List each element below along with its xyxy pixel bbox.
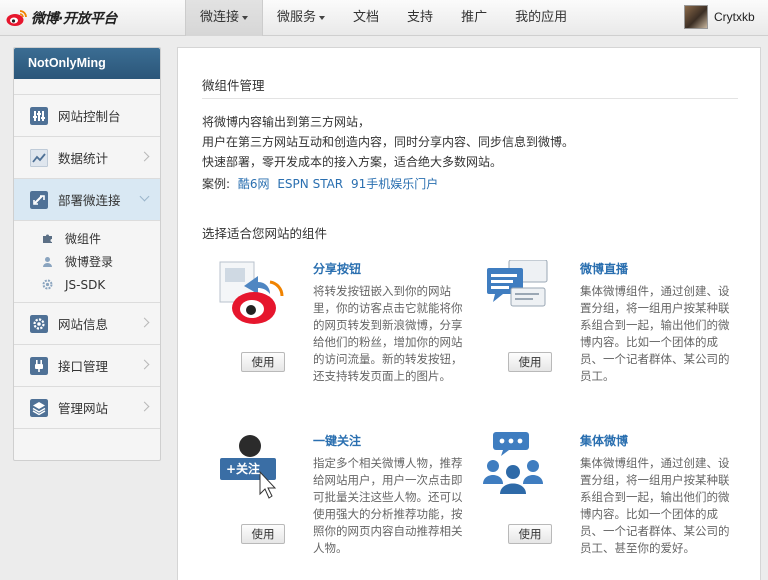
chevron-right-icon [139,317,150,328]
sidebar-subitem-jssdk[interactable]: JS-SDK [14,273,160,296]
chart-icon [30,148,48,167]
group-people-icon [483,432,543,494]
cases-label: 案例: [202,177,231,191]
cog-icon [42,279,53,290]
sidebar-item-label: 数据统计 [58,151,109,166]
puzzle-icon [43,234,52,243]
weibo-logo[interactable]: 微博·开放平台 [6,6,117,30]
nav-my-apps[interactable]: 我的应用 [501,0,581,36]
use-button[interactable]: 使用 [508,352,552,372]
widget-group: 使用 集体微博 集体微博组件，通过创建、设置分组，将一组用户按某种联系组合到一起… [481,432,751,580]
sidebar-item-console[interactable]: 网站控制台 [14,95,160,137]
page-title: 微组件管理 [202,78,265,93]
sidebar-subitem-label: 微组件 [65,232,102,246]
intro-text: 将微博内容输出到第三方网站， 用户在第三方网站互动和创造内容，同时分享内容、同步… [202,112,574,172]
sidebar-item-label: 网站信息 [58,317,109,332]
chevron-right-icon [139,151,150,162]
sidebar-item-site-info[interactable]: 网站信息 [14,303,160,345]
weibo-eye-icon [6,10,27,26]
nav-label: 推广 [461,10,488,25]
use-button[interactable]: 使用 [508,524,552,544]
widget-description: 集体微博组件，通过创建、设置分组，将一组用户按某种联系组合到一起，输出他们的微博… [580,284,730,383]
gear-icon [30,314,48,333]
link-icon [30,190,48,209]
nav-label: 微服务 [277,10,317,25]
sidebar-item-stats[interactable]: 数据统计 [14,137,160,179]
sidebar-submenu: 微组件 微博登录 JS-SDK [14,221,160,303]
sidebar-item-api[interactable]: 接口管理 [14,345,160,387]
widget-title[interactable]: 分享按钮 [313,260,361,277]
widget-title[interactable]: 微博直播 [580,260,628,277]
top-bar: 微博·开放平台 微连接 微服务 文档 支持 推广 我的应用 Crytxkb [0,0,768,36]
case-link-ku6[interactable]: 酷6网 [238,177,270,191]
sidebar-item-label: 部署微连接 [58,193,121,208]
chevron-right-icon [139,359,150,370]
plug-icon [30,356,48,375]
sidebar-subitem-login[interactable]: 微博登录 [14,250,160,273]
widget-share: 使用 分享按钮 将转发按钮嵌入到你的网站里，你的访客点击它就能将你的网页转发到新… [214,260,484,430]
nav-weilianjie[interactable]: 微连接 [185,0,264,36]
sidebar-item-label: 网站控制台 [58,109,121,124]
caret-down-icon [319,15,326,20]
username[interactable]: Crytxkb [714,10,755,24]
person-icon [43,257,52,267]
widget-description: 将转发按钮嵌入到你的网站里，你的访客点击它就能将你的网页转发到新浪微博，分享给他… [313,284,463,383]
widget-description: 指定多个相关微博人物，推荐给网站用户，用户一次点击即可批量关注这些人物。还可以使… [313,456,463,555]
sidebar-item-label: 接口管理 [58,359,109,374]
sidebar-item-deploy[interactable]: 部署微连接 [14,179,160,221]
nav-promote[interactable]: 推广 [447,0,501,36]
divider [202,98,738,99]
nav-label: 支持 [407,10,434,25]
case-link-espn[interactable]: ESPN STAR [277,177,343,191]
main-panel: 微组件管理 将微博内容输出到第三方网站， 用户在第三方网站互动和创造内容，同时分… [177,47,761,580]
widget-follow: +关注 使用 一键关注 指定多个相关微博人物，推荐给网站用户，用户一次点击即可批… [214,432,484,580]
section-heading: 选择适合您网站的组件 [202,226,328,241]
nav-label: 文档 [353,10,380,25]
nav-weifuwu[interactable]: 微服务 [263,0,339,36]
nav-docs[interactable]: 文档 [339,0,393,36]
avatar[interactable] [684,5,708,29]
main-nav: 微连接 微服务 文档 支持 推广 我的应用 [185,0,581,36]
chevron-right-icon [139,401,150,412]
intro-line: 快速部署，零开发成本的接入方案，适合绝大多数网站。 [202,155,503,169]
sidebar: NotOnlyMing 网站控制台 数据统计 部署微连接 微组件 微博登录 JS… [13,47,161,461]
sidebar-subitem-label: 微博登录 [65,255,114,269]
layers-icon [30,398,48,417]
sidebar-title: NotOnlyMing [14,48,160,79]
share-illustration-icon [219,261,284,324]
intro-line: 用户在第三方网站互动和创造内容，同时分享内容、同步信息到微博。 [202,135,575,149]
case-link-91[interactable]: 91手机娱乐门户 [351,177,438,191]
widget-title[interactable]: 集体微博 [580,432,628,449]
sidebar-subitem-label: JS-SDK [65,277,106,292]
use-button[interactable]: 使用 [241,352,285,372]
sidebar-item-manage[interactable]: 管理网站 [14,387,160,429]
user-menu[interactable]: Crytxkb [684,5,755,29]
caret-down-icon [242,15,249,20]
nav-label: 微连接 [200,10,240,25]
sidebar-item-label: 管理网站 [58,401,109,416]
use-button[interactable]: 使用 [241,524,285,544]
case-links: 案例: 酷6网 ESPN STAR 91手机娱乐门户 [202,175,438,192]
brand-text: 微博·开放平台 [31,11,117,27]
follow-badge-label: +关注 [226,462,261,476]
nav-label: 我的应用 [515,10,568,25]
sidebar-subitem-widgets[interactable]: 微组件 [14,227,160,250]
chevron-down-icon [139,191,150,202]
intro-line: 将微博内容输出到第三方网站， [202,115,371,129]
widget-title[interactable]: 一键关注 [313,432,361,449]
widget-description: 集体微博组件，通过创建、设置分组，将一组用户按某种联系组合到一起，输出他们的微博… [580,456,730,555]
nav-support[interactable]: 支持 [393,0,447,36]
sliders-icon [30,106,48,125]
sidebar-spacer [14,79,160,95]
widget-live: 使用 微博直播 集体微博组件，通过创建、设置分组，将一组用户按某种联系组合到一起… [481,260,751,430]
chat-bubbles-icon [487,260,548,307]
